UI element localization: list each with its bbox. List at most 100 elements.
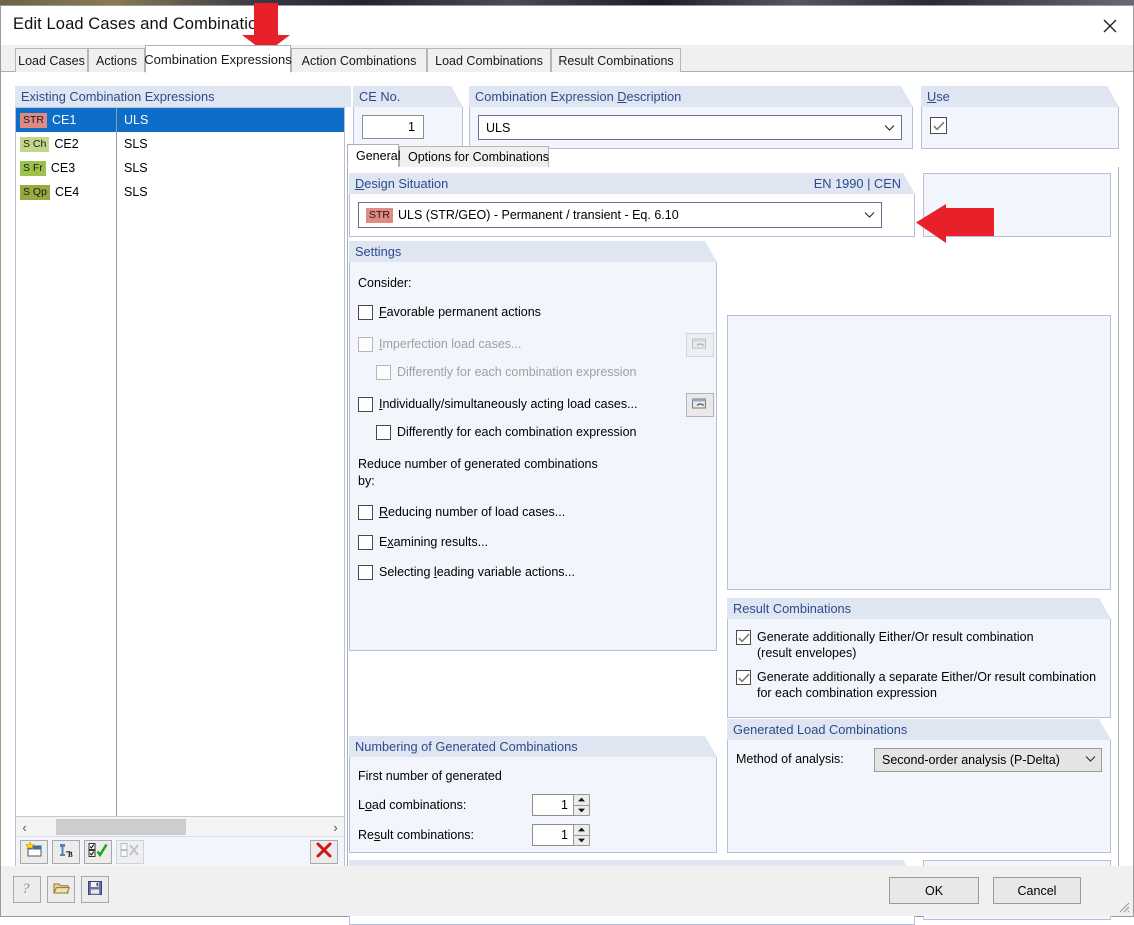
spinner-down-icon[interactable] xyxy=(573,834,590,846)
list-item[interactable]: S Fr CE3 SLS xyxy=(16,156,344,180)
scrollbar-thumb[interactable] xyxy=(56,819,186,835)
delete-red-x-icon xyxy=(315,842,333,861)
page-title: Edit Load Cases and Combinations xyxy=(13,15,275,33)
list-item-name: CE1 xyxy=(52,113,77,127)
examining-results-checkbox[interactable] xyxy=(358,535,373,550)
selecting-leading-variable-actions-label: Selecting leading variable actions... xyxy=(379,565,575,579)
ce-no-input[interactable]: 1 xyxy=(362,115,424,139)
favorable-permanent-actions-row[interactable]: Favorable permanent actions xyxy=(358,304,541,320)
selecting-leading-variable-actions-row[interactable]: Selecting leading variable actions... xyxy=(358,564,575,580)
chevron-down-icon[interactable] xyxy=(1079,754,1101,766)
edit-imperfection-button xyxy=(686,333,714,357)
inner-tab-options-for-combinations[interactable]: Options for Combinations xyxy=(399,146,549,167)
list-item[interactable]: STR CE1 ULS xyxy=(16,108,344,132)
list-horizontal-scrollbar[interactable]: ‹ › xyxy=(16,816,344,837)
list-item[interactable]: S Ch CE2 SLS xyxy=(16,132,344,156)
load-combinations-spinner[interactable]: 1 xyxy=(532,794,590,816)
examining-results-row[interactable]: Examining results... xyxy=(358,534,488,550)
resize-grip[interactable] xyxy=(1116,899,1130,913)
close-button[interactable] xyxy=(1087,6,1133,45)
reducing-number-of-load-cases-row[interactable]: Reducing number of load cases... xyxy=(358,504,565,520)
rename-button[interactable]: B xyxy=(52,839,80,864)
edit-acting-load-cases-button[interactable] xyxy=(686,393,714,417)
generate-separate-eitheror-row[interactable]: Generate additionally a separate Either/… xyxy=(736,669,1108,701)
result-combinations-group: Result Combinations Generate additionall… xyxy=(727,598,1111,718)
help-button[interactable]: ? xyxy=(13,876,41,903)
individually-simultaneously-checkbox[interactable] xyxy=(358,397,373,412)
spinner-up-icon[interactable] xyxy=(573,794,590,805)
reducing-number-of-load-cases-checkbox[interactable] xyxy=(358,505,373,520)
list-toolbar: B xyxy=(16,836,344,866)
existing-expressions-list[interactable]: STR CE1 ULS S Ch CE2 SLS S Fr CE3 SLS S … xyxy=(15,107,345,867)
use-checkbox[interactable] xyxy=(930,117,947,134)
favorable-permanent-actions-checkbox[interactable] xyxy=(358,305,373,320)
spinner-up-icon[interactable] xyxy=(573,824,590,835)
generate-eitheror-result-combination-checkbox[interactable] xyxy=(736,630,751,645)
open-button[interactable] xyxy=(47,876,75,903)
chevron-down-icon[interactable] xyxy=(857,211,881,219)
result-combinations-value[interactable]: 1 xyxy=(532,824,573,846)
generate-separate-eitheror-checkbox[interactable] xyxy=(736,670,751,685)
generated-load-combinations-group: Generated Load Combinations Method of an… xyxy=(727,719,1111,853)
design-situation-combobox[interactable]: STR ULS (STR/GEO) - Permanent / transien… xyxy=(358,202,882,228)
individually-simultaneously-row[interactable]: Individually/simultaneously acting load … xyxy=(358,396,637,412)
description-header: Combination Expression Description xyxy=(469,86,913,107)
list-item-name: CE4 xyxy=(54,185,80,199)
save-button[interactable] xyxy=(81,876,109,903)
design-situation-header: Design Situation EN 1990 | CEN xyxy=(349,173,915,194)
use-group: Use xyxy=(921,86,1119,149)
load-combinations-value[interactable]: 1 xyxy=(532,794,573,816)
imperfection-differently-label: Differently for each combination express… xyxy=(397,365,637,379)
imperfection-load-cases-row: Imperfection load cases... xyxy=(358,336,521,352)
tab-load-combinations[interactable]: Load Combinations xyxy=(427,48,551,72)
svg-text:?: ? xyxy=(22,881,30,897)
generated-load-combinations-header-label: Generated Load Combinations xyxy=(733,722,908,737)
description-value: ULS xyxy=(486,120,511,135)
design-standard-label: EN 1990 | CEN xyxy=(813,176,901,191)
rc-line1: Generate additionally Either/Or result c… xyxy=(757,630,1034,644)
description-combobox[interactable]: ULS xyxy=(478,115,902,140)
acting-differently-checkbox[interactable] xyxy=(376,425,391,440)
select-all-button[interactable] xyxy=(84,839,112,864)
tab-load-cases[interactable]: Load Cases xyxy=(15,48,88,72)
spinner-down-icon[interactable] xyxy=(573,804,590,816)
selecting-leading-variable-actions-checkbox[interactable] xyxy=(358,565,373,580)
preview-panel xyxy=(727,315,1111,590)
tab-result-combinations[interactable]: Result Combinations xyxy=(551,48,681,72)
delete-button[interactable] xyxy=(310,839,338,864)
ok-button[interactable]: OK xyxy=(889,877,979,904)
reducing-number-of-load-cases-label: Reducing number of load cases... xyxy=(379,505,566,519)
chevron-right-icon[interactable]: › xyxy=(327,820,344,835)
result-combinations-spinner[interactable]: 1 xyxy=(532,824,590,846)
result-combinations-body: Generate additionally Either/Or result c… xyxy=(727,619,1111,718)
tab-action-combinations[interactable]: Action Combinations xyxy=(291,48,427,72)
svg-text:B: B xyxy=(68,851,73,858)
result-combinations-numbering-label: Result combinations: xyxy=(358,828,475,842)
design-situation-badge: STR xyxy=(366,207,393,223)
numbering-group: Numbering of Generated Combinations Firs… xyxy=(349,736,717,853)
list-item[interactable]: S Qp CE4 SLS xyxy=(16,180,344,204)
main-tab-bar: Load Cases Actions Combination Expressio… xyxy=(1,45,1133,73)
cancel-button[interactable]: Cancel xyxy=(993,877,1081,904)
tab-actions[interactable]: Actions xyxy=(88,48,145,72)
chevron-down-icon[interactable] xyxy=(877,124,901,132)
method-of-analysis-select[interactable]: Second-order analysis (P-Delta) xyxy=(874,748,1102,772)
first-number-label: First number of generated xyxy=(358,769,502,783)
chevron-left-icon[interactable]: ‹ xyxy=(16,820,33,835)
design-situation-value: ULS (STR/GEO) - Permanent / transient - … xyxy=(398,208,679,222)
new-combination-expression-button[interactable] xyxy=(20,839,48,864)
rc2-line1: Generate additionally a separate Either/… xyxy=(757,670,1097,684)
acting-differently-row[interactable]: Differently for each combination express… xyxy=(376,424,636,440)
acting-differently-label: Differently for each combination express… xyxy=(397,425,637,439)
tab-combination-expressions[interactable]: Combination Expressions xyxy=(144,45,292,73)
generate-eitheror-result-combination-row[interactable]: Generate additionally Either/Or result c… xyxy=(736,629,1106,661)
method-of-analysis-label: Method of analysis: xyxy=(736,752,844,766)
edit-dialog-icon xyxy=(691,337,709,354)
description-group: Combination Expression Description ULS xyxy=(469,86,913,149)
use-body xyxy=(921,107,1119,149)
new-item-icon xyxy=(24,841,43,861)
inner-tab-general[interactable]: General xyxy=(347,144,400,167)
list-rows: STR CE1 ULS S Ch CE2 SLS S Fr CE3 SLS S … xyxy=(16,108,344,816)
dialog-content: Existing Combination Expressions STR CE1… xyxy=(1,72,1133,925)
settings-group: Settings Consider: Favorable permanent a… xyxy=(349,241,717,651)
